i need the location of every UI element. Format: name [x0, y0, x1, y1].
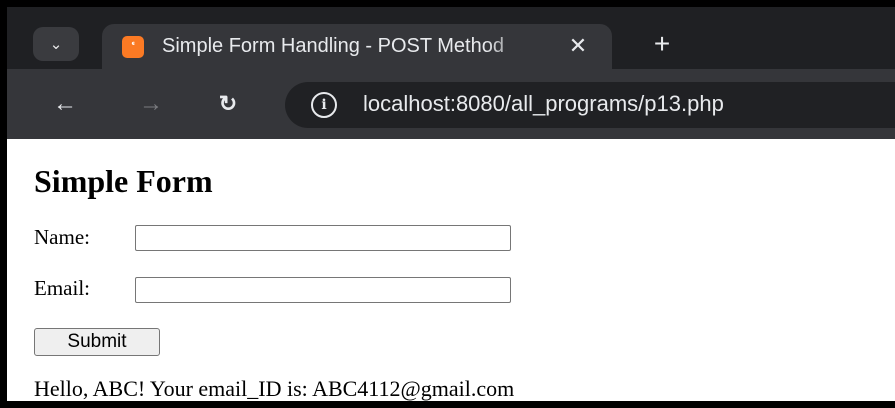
result-message: Hello, ABC! Your email_ID is: ABC4112@gm… [34, 376, 515, 401]
active-tab[interactable]: ꙴ Simple Form Handling - POST Method ✕ [102, 24, 612, 69]
submit-button[interactable]: Submit [34, 328, 160, 356]
plus-icon[interactable]: + [647, 28, 677, 59]
name-input[interactable] [135, 225, 511, 251]
url-text[interactable]: localhost:8080/all_programs/p13.php [363, 91, 724, 117]
tab-search-button[interactable]: ⌄ [33, 27, 79, 61]
reload-icon[interactable]: ↻ [212, 89, 244, 119]
arrow-left-icon[interactable]: ← [49, 89, 81, 119]
address-bar[interactable]: i localhost:8080/all_programs/p13.php [285, 82, 895, 128]
page-title: Simple Form [34, 163, 213, 199]
chevron-down-icon: ⌄ [49, 36, 63, 53]
tab-title: Simple Form Handling - POST Method [162, 35, 504, 57]
email-label: Email: [34, 276, 90, 300]
xampp-favicon-icon: ꙴ [122, 36, 144, 58]
tab-strip: ⌄ ꙴ Simple Form Handling - POST Method ✕… [7, 7, 895, 69]
arrow-right-icon[interactable]: → [135, 89, 167, 119]
close-icon[interactable]: ✕ [564, 32, 592, 60]
screenshot-frame: ⌄ ꙴ Simple Form Handling - POST Method ✕… [0, 0, 895, 408]
email-input[interactable] [135, 277, 511, 303]
name-label: Name: [34, 225, 90, 249]
info-icon[interactable]: i [311, 92, 337, 118]
browser-toolbar: ← → ↻ i localhost:8080/all_programs/p13.… [7, 69, 895, 139]
page-content: Simple Form Name: Email: Submit Hello, A… [7, 139, 895, 401]
